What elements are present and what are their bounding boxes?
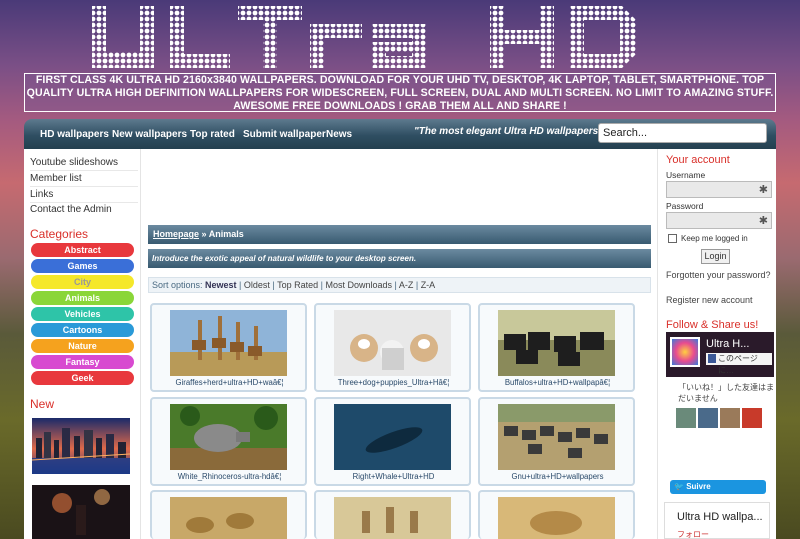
wallpaper-thumb — [170, 404, 287, 470]
login-button[interactable]: Login — [701, 249, 730, 264]
category-cartoons[interactable]: Cartoons — [31, 323, 134, 337]
category-city[interactable]: City — [31, 275, 134, 289]
divider — [30, 202, 138, 203]
account-title: Your account — [666, 154, 730, 166]
wallpaper-card-puppies[interactable]: Three+dog+puppies_Ultra+Hâ€¦ — [314, 303, 471, 392]
sort-label: Sort options: — [152, 280, 206, 290]
fan-avatar[interactable] — [676, 408, 696, 428]
top-navbar: HD wallpapers New wallpapers Top rated S… — [24, 119, 776, 149]
nav-submit-wallpaper[interactable]: Submit wallpaper — [243, 129, 326, 140]
required-icon: ✱ — [758, 215, 768, 227]
sidebar-link-members[interactable]: Member list — [30, 173, 82, 184]
username-field[interactable]: ✱ — [666, 181, 772, 198]
fan-avatar[interactable] — [698, 408, 718, 428]
categories-title: Categories — [30, 227, 89, 241]
breadcrumb: Homepage » Animals — [148, 225, 651, 244]
breadcrumb-home[interactable]: Homepage — [153, 229, 199, 239]
left-sidebar: Youtube slideshows Member list Links Con… — [24, 149, 141, 539]
content-area: Youtube slideshows Member list Links Con… — [24, 149, 776, 539]
wallpaper-card-meerkats[interactable] — [314, 490, 471, 539]
keep-logged-in-checkbox[interactable] — [668, 234, 677, 243]
main-column: Homepage » Animals Introduce the exotic … — [142, 149, 656, 539]
wallpaper-card-lions[interactable] — [150, 490, 307, 539]
fan-avatar[interactable] — [720, 408, 740, 428]
required-icon: ✱ — [758, 184, 768, 196]
category-intro: Introduce the exotic appeal of natural w… — [148, 249, 651, 268]
facebook-friends-text: 「いいね！」した友達はまだいません — [678, 383, 774, 403]
keep-logged-in-label: Keep me logged in — [681, 234, 748, 243]
wallpaper-card-lioness[interactable] — [478, 490, 635, 539]
new-wallpaper-thumb-street[interactable] — [32, 485, 130, 539]
forgot-password-link[interactable]: Forgotten your password? — [666, 270, 771, 280]
category-fantasy[interactable]: Fantasy — [31, 355, 134, 369]
new-title: New — [30, 397, 55, 411]
facebook-widget: Ultra H... このページに… 「いいね！」した友達はまだいません — [666, 332, 774, 437]
wallpaper-thumb — [170, 310, 287, 376]
wallpaper-thumb — [334, 310, 451, 376]
wallpaper-caption: Right+Whale+Ultra+HD — [352, 472, 435, 481]
sidebar-link-contact[interactable]: Contact the Admin — [30, 204, 112, 215]
nav-tagline: "The most elegant Ultra HD wallpapers." — [414, 126, 606, 137]
sort-z-a[interactable]: Z-A — [421, 280, 436, 290]
wallpaper-thumb — [498, 404, 615, 470]
sidebar-link-links[interactable]: Links — [30, 189, 53, 200]
nav-new-wallpapers[interactable]: New wallpapers — [112, 129, 187, 140]
site-banner: FIRST CLASS 4K ULTRA HD 2160x3840 WALLPA… — [24, 73, 776, 112]
uhd-widget-follow[interactable]: フォロー — [677, 529, 709, 539]
breadcrumb-current: Animals — [208, 229, 244, 239]
sort-newest[interactable]: Newest — [205, 280, 237, 290]
uhd-widget-title: Ultra HD wallpa... — [677, 511, 763, 523]
register-link[interactable]: Register new account — [666, 295, 753, 305]
sort-most-downloads[interactable]: Most Downloads — [325, 280, 392, 290]
wallpaper-thumb — [170, 497, 287, 539]
wallpaper-caption: Giraffes+herd+ultra+HD+waâ€¦ — [175, 378, 284, 387]
wallpaper-caption: Buffalos+ultra+HD+wallpapâ€¦ — [504, 378, 611, 387]
password-field[interactable]: ✱ — [666, 212, 772, 229]
wallpaper-thumb — [334, 497, 451, 539]
sort-oldest[interactable]: Oldest — [244, 280, 270, 290]
category-games[interactable]: Games — [31, 259, 134, 273]
facebook-page-name[interactable]: Ultra H... — [706, 338, 749, 350]
wallpaper-card-giraffes[interactable]: Giraffes+herd+ultra+HD+waâ€¦ — [150, 303, 307, 392]
category-vehicles[interactable]: Vehicles — [31, 307, 134, 321]
follow-title: Follow & Share us! — [666, 319, 759, 331]
new-wallpaper-thumb-city[interactable] — [32, 418, 130, 474]
wallpaper-caption: Three+dog+puppies_Ultra+Hâ€¦ — [337, 378, 450, 387]
wallpaper-thumb — [334, 404, 451, 470]
category-abstract[interactable]: Abstract — [31, 243, 134, 257]
username-label: Username — [666, 170, 706, 180]
twitter-icon: 🐦 — [674, 482, 684, 491]
wallpaper-card-buffalos[interactable]: Buffalos+ultra+HD+wallpapâ€¦ — [478, 303, 635, 392]
fan-avatar[interactable] — [742, 408, 762, 428]
password-label: Password — [666, 201, 704, 211]
search-input[interactable]: Search... — [598, 123, 767, 143]
breadcrumb-separator: » — [199, 229, 209, 239]
divider — [30, 170, 138, 171]
twitter-follow-button[interactable]: 🐦 Suivre @UHDwallpaper — [670, 480, 766, 505]
category-nature[interactable]: Nature — [31, 339, 134, 353]
divider — [30, 186, 138, 187]
sort-options: Sort options: Newest | Oldest | Top Rate… — [148, 277, 651, 293]
facebook-icon — [708, 354, 716, 363]
wallpaper-thumb — [498, 310, 615, 376]
nav-top-rated[interactable]: Top rated — [190, 129, 235, 140]
category-geek[interactable]: Geek — [31, 371, 134, 385]
sort-a-z[interactable]: A-Z — [399, 280, 414, 290]
wallpaper-card-rhinoceros[interactable]: White_Rhinoceros-ultra-hdâ€¦ — [150, 397, 307, 486]
category-animals[interactable]: Animals — [31, 291, 134, 305]
facebook-page-avatar — [670, 337, 700, 367]
wallpaper-caption: White_Rhinoceros-ultra-hdâ€¦ — [177, 472, 282, 481]
sort-top-rated[interactable]: Top Rated — [277, 280, 318, 290]
nav-hd-wallpapers[interactable]: HD wallpapers — [40, 129, 109, 140]
wallpaper-thumb — [498, 497, 615, 539]
wallpaper-card-gnu[interactable]: Gnu+ultra+HD+wallpapers — [478, 397, 635, 486]
uhd-widget: Ultra HD wallpa... フォロー — [664, 502, 770, 539]
facebook-like-button[interactable]: このページに… — [706, 353, 772, 375]
wallpaper-card-right-whale[interactable]: Right+Whale+Ultra+HD — [314, 397, 471, 486]
nav-news[interactable]: News — [326, 129, 352, 140]
site-logo[interactable] — [90, 4, 710, 72]
wallpaper-caption: Gnu+ultra+HD+wallpapers — [511, 472, 604, 481]
sidebar-link-youtube[interactable]: Youtube slideshows — [30, 157, 118, 168]
